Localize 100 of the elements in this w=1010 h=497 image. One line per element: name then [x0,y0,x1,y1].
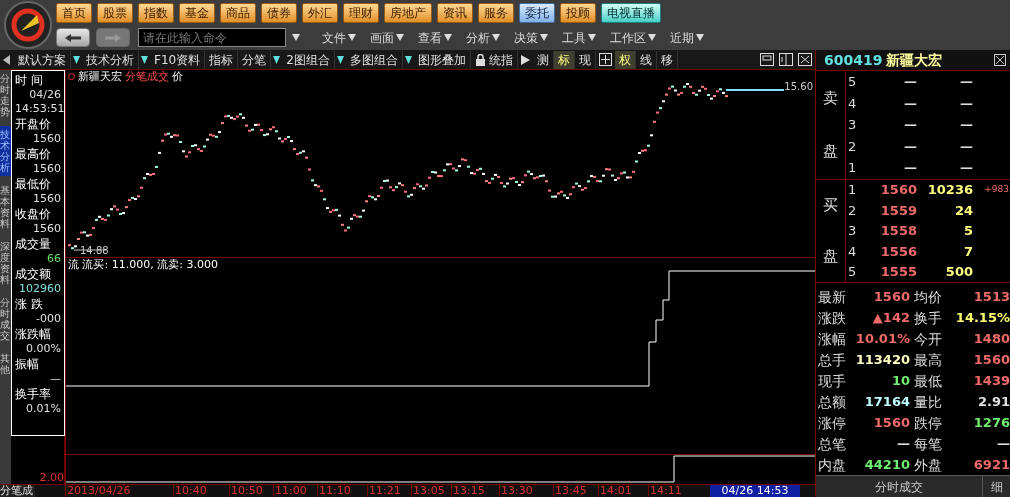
stat-value: 10.01% [854,332,911,346]
side-tab[interactable]: 技术分析 [0,126,11,176]
command-field[interactable]: 请在此输入命令 [138,28,286,47]
dropdown-icon[interactable] [273,55,281,64]
toolbar-button[interactable]: 现 [574,50,596,69]
stat-value: 113420 [854,353,911,367]
arrow-left-icon [64,32,82,43]
level-number: 1 [847,183,858,197]
level-number: 3 [847,224,858,238]
stat-label: 涨跌 [818,310,847,325]
time-label: 2013/04/26 [65,485,131,497]
field-value: — [49,372,61,386]
level-number: 4 [847,244,858,258]
toolbar-button[interactable]: 指标 [205,50,239,69]
field-value: 0.00% [25,342,61,356]
field-value: 1560 [32,162,61,176]
field-value: 102960 [18,282,61,296]
side-tab[interactable]: 其他 [0,350,11,378]
logo-icon[interactable] [3,1,53,49]
bid-price: 1559 [879,203,917,217]
side-tab[interactable]: 基本资料 [0,182,11,232]
nav-button[interactable]: 股票 [97,2,133,23]
nav-button[interactable]: 基金 [179,2,215,23]
stat-label: 每笔 [914,436,943,451]
chart-title: 新疆天宏 [78,70,122,82]
nav-button[interactable]: 服务 [478,2,514,23]
menu-item[interactable]: 画面 [370,28,404,47]
toolbar-button[interactable]: 权 [614,50,636,69]
nav-button[interactable]: 首页 [56,2,92,23]
bid-volume: 500 [944,265,973,279]
side-tab[interactable]: 深度资料 [0,238,11,288]
field-value: -000 [35,312,61,326]
nav-button[interactable]: 委托 [519,2,555,23]
change-note: +983 [984,185,1010,195]
level-number: 1 [847,161,858,175]
nav-button[interactable]: 外汇 [302,2,338,23]
nav-button[interactable]: 理财 [343,2,379,23]
toolbar-button[interactable]: 移 [656,50,678,69]
stat-label: 换手 [914,310,943,325]
back-button[interactable] [56,28,90,47]
dropdown-icon[interactable] [141,55,148,64]
forward-button[interactable] [96,28,130,47]
toolbar-button[interactable]: 图形叠加 [413,50,471,69]
stat-label: 均价 [914,289,943,304]
nav-button[interactable]: 指数 [138,2,174,23]
toolbar-button[interactable]: 默认方案 [14,50,71,69]
stat-value: 10 [890,374,911,388]
play-icon[interactable] [520,54,530,65]
menu-item[interactable]: 文件 [322,28,356,47]
field-value: 0.01% [25,402,61,416]
window-icon[interactable] [760,53,774,66]
toolbar-button[interactable]: 2图组合 [282,50,335,69]
field-label: 成交额 [15,266,52,282]
stat-value: 1560 [972,353,1010,367]
panel-tab[interactable]: 分时成交 [816,476,982,497]
toolbar-button[interactable]: 统指 [470,50,518,69]
stat-value: 2.91 [976,395,1010,409]
nav-button[interactable]: 债券 [261,2,297,23]
arrow-left-icon[interactable] [3,54,11,65]
side-tab[interactable]: 分时成交 [0,294,11,344]
dropdown-icon [588,34,596,41]
stat-label: 总笔 [818,436,847,451]
nav-button[interactable]: 投顾 [560,2,596,23]
field-value: 1560 [32,132,61,146]
menu-item[interactable]: 工作区 [610,28,656,47]
nav-button[interactable]: 电视直播 [601,2,661,23]
dropdown-icon[interactable] [336,55,344,64]
nav-button[interactable]: 资讯 [437,2,473,23]
menu-item[interactable]: 工具 [562,28,596,47]
stat-label: 外盘 [914,457,943,472]
dropdown-icon[interactable] [404,55,412,64]
toolbar-button[interactable]: F10资料 [150,50,206,69]
bid-volume: — [959,96,973,110]
side-tab[interactable]: 分时走势 [0,70,11,120]
toolbar-button[interactable]: 多图组合 [345,50,403,69]
dropdown-icon[interactable] [292,34,300,41]
bid-price: — [903,118,917,132]
nav-button[interactable]: 商品 [220,2,256,23]
toolbar-button[interactable]: 线 [635,50,657,69]
menu-item[interactable]: 查看 [418,28,452,47]
grid-icon[interactable] [598,53,612,66]
toolbar-button[interactable]: 标 [553,50,575,69]
menu-item[interactable]: 决策 [514,28,548,47]
toolbar-button[interactable]: 技术分析 [82,50,139,69]
dropdown-icon [348,34,356,41]
bottom-tab[interactable]: 分笔成 [0,485,35,497]
field-label: 涨 跌 [15,296,44,312]
toolbar-button[interactable]: 分笔 [238,50,272,69]
toolbar-button[interactable]: 测 [532,50,554,69]
menu-item[interactable]: 近期 [670,28,704,47]
field-label: 开盘价 [15,116,52,132]
nav-button[interactable]: 房地产 [384,2,432,23]
panel-tab[interactable]: 细 [982,476,1010,497]
lock-icon[interactable] [474,53,486,66]
time-label: 10:40 [173,485,207,497]
dropdown-icon[interactable] [73,55,80,64]
level-number: 2 [847,139,858,153]
split-icon[interactable] [779,53,793,66]
menu-item[interactable]: 分析 [466,28,500,47]
stat-value: — [996,437,1010,451]
